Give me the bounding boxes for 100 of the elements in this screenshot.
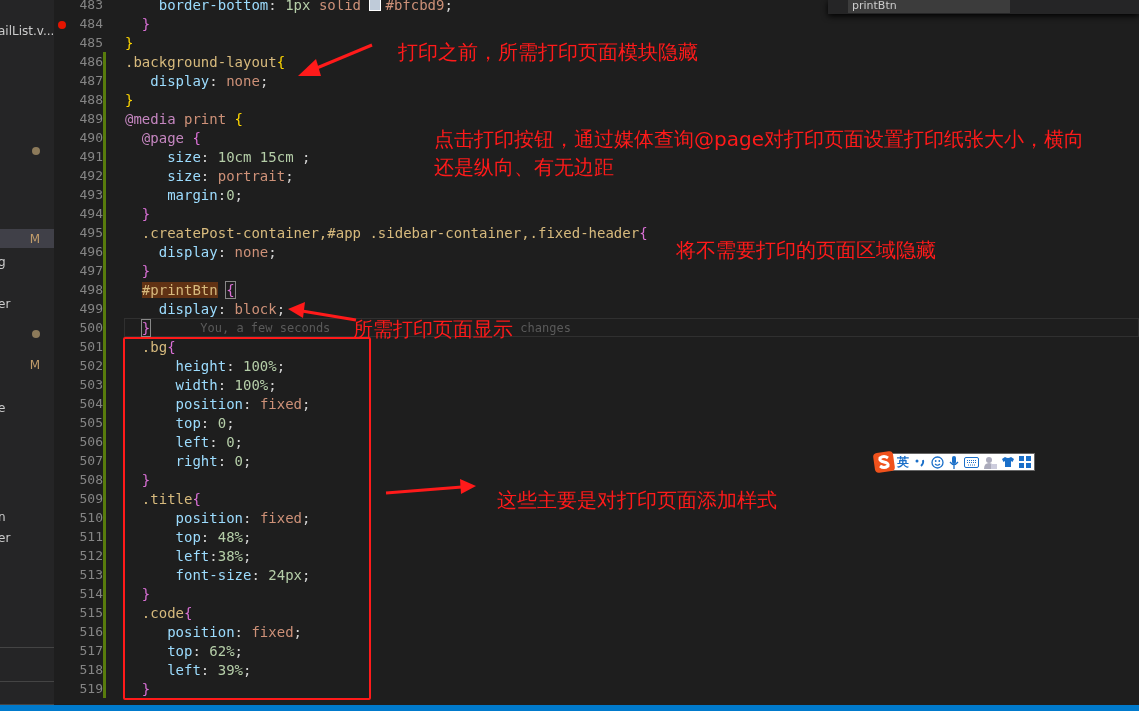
grid-icon[interactable] xyxy=(1019,456,1031,468)
annotation-text: 打印之前，所需打印页面模块隐藏 xyxy=(398,39,698,66)
code-token: height xyxy=(174,357,227,374)
code-token: : xyxy=(217,243,228,260)
color-swatch-icon[interactable] xyxy=(369,0,382,11)
code-token: : xyxy=(234,623,244,640)
code-token: { xyxy=(167,338,176,355)
code-token: : xyxy=(200,414,211,431)
code-token: ; xyxy=(234,642,244,659)
code-token: ; xyxy=(234,186,244,203)
line-number: 496 xyxy=(79,244,103,259)
code-token: ; xyxy=(302,395,311,412)
line-number: 484 xyxy=(79,16,103,31)
code-token: { xyxy=(226,281,235,298)
line-number: 490 xyxy=(79,130,103,145)
code-token: } xyxy=(141,319,151,336)
code-token: } xyxy=(140,471,151,488)
code-token: position xyxy=(174,395,243,412)
code-token: : xyxy=(251,566,261,583)
code-token: 100% xyxy=(243,357,277,374)
search-match: #printBtn xyxy=(141,281,218,298)
code-token: } xyxy=(140,15,151,32)
code-token: ; xyxy=(444,0,453,13)
line-number: 505 xyxy=(79,415,103,430)
microphone-icon[interactable] xyxy=(949,455,959,469)
code-token: : xyxy=(217,376,228,393)
code-token: .code xyxy=(140,604,184,621)
line-number: 508 xyxy=(79,472,103,487)
line-number: 518 xyxy=(79,662,103,677)
code-token: ; xyxy=(293,623,303,640)
code-token: width xyxy=(174,376,218,393)
code-token: : xyxy=(209,433,219,450)
code-token: ; xyxy=(234,433,244,450)
git-status-label: M xyxy=(29,357,40,372)
line-number: 517 xyxy=(79,643,103,658)
code-token: ; xyxy=(268,376,277,393)
code-token: { xyxy=(234,110,244,127)
blame-annotation: You, a few seconds xyxy=(200,320,331,335)
code-token: ; xyxy=(301,148,311,165)
code-token: .bg xyxy=(140,338,168,355)
breakpoint-icon[interactable] xyxy=(58,21,66,29)
code-token: ; xyxy=(243,661,252,678)
line-number: 500 xyxy=(79,320,103,335)
code-token: 0 xyxy=(217,414,227,431)
code-token: ; xyxy=(226,414,235,431)
code-token: display xyxy=(157,243,218,260)
code-token: none xyxy=(226,72,260,89)
find-field[interactable]: printBtn xyxy=(848,0,1010,13)
line-number: 504 xyxy=(79,396,103,411)
code-token: fixed xyxy=(251,623,294,640)
annotation-text: 将不需要打印的页面区域隐藏 xyxy=(676,237,936,264)
line-number: 502 xyxy=(79,358,103,373)
smiley-icon[interactable] xyxy=(931,455,944,469)
line-number: 513 xyxy=(79,567,103,582)
code-token: size xyxy=(166,148,201,165)
sidebar-item[interactable]: M xyxy=(0,229,54,249)
code-token: : xyxy=(217,300,228,317)
line-number: 486 xyxy=(79,54,103,69)
line-number: 497 xyxy=(79,263,103,278)
code-token: : xyxy=(209,547,218,564)
code-token: { xyxy=(184,604,193,621)
line-number: 493 xyxy=(79,187,103,202)
code-token: ; xyxy=(259,72,269,89)
code-token: : xyxy=(209,72,219,89)
code-token: 0 xyxy=(234,452,243,469)
code-token: 1px xyxy=(285,0,311,13)
code-token: margin xyxy=(166,186,218,203)
code-token: : xyxy=(217,452,228,469)
shirt-icon[interactable] xyxy=(1002,456,1014,468)
code-token: ; xyxy=(243,452,252,469)
code-token: .createPost-container,#app .sidebar-container,.fixed-header xyxy=(140,224,640,241)
code-token: top xyxy=(166,642,193,659)
line-number: 507 xyxy=(79,453,103,468)
code-token: 62% xyxy=(209,642,235,659)
code-token: { xyxy=(276,53,286,70)
code-token: } xyxy=(140,262,151,279)
input-mode-toggle[interactable]: 英 xyxy=(897,453,909,471)
code-token: 39% xyxy=(217,661,243,678)
code-token: ; xyxy=(243,528,252,545)
line-number: 514 xyxy=(79,586,103,601)
code-token: position xyxy=(174,509,243,526)
ime-logo-icon[interactable] xyxy=(873,451,895,473)
code-token: .title xyxy=(140,490,193,507)
line-number: 492 xyxy=(79,168,103,183)
line-number: 491 xyxy=(79,149,103,164)
line-number: 495 xyxy=(79,225,103,240)
line-number: 498 xyxy=(79,282,103,297)
code-token: top xyxy=(174,414,201,431)
code-token: ; xyxy=(302,509,311,526)
code-token: : xyxy=(268,0,278,13)
code-token: ; xyxy=(276,300,286,317)
code-token: : xyxy=(243,395,253,412)
line-number: 503 xyxy=(79,377,103,392)
keyboard-icon[interactable] xyxy=(964,456,979,468)
line-number: 511 xyxy=(79,529,103,544)
code-token: position xyxy=(166,623,235,640)
code-token: ; xyxy=(285,167,294,184)
line-number: 515 xyxy=(79,605,103,620)
sidebar-item[interactable]: M xyxy=(0,355,54,375)
code-token: ; xyxy=(243,547,252,564)
